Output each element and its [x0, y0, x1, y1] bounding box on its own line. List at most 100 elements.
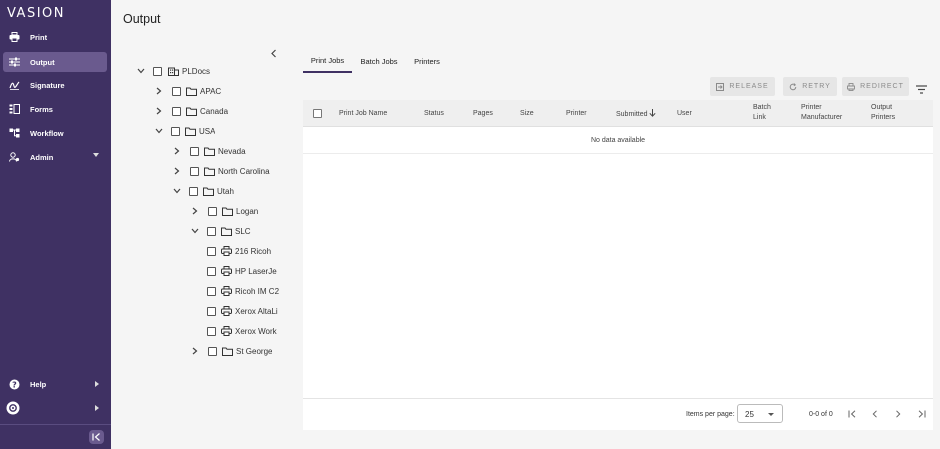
tree-checkbox[interactable]	[171, 126, 180, 136]
collapse-left-icon	[92, 433, 100, 441]
tree-checkbox[interactable]	[207, 266, 216, 276]
grid-divider	[303, 153, 933, 154]
retry-label: RETRY	[802, 83, 831, 90]
redirect-button[interactable]: REDIRECT	[842, 77, 909, 96]
filter-button[interactable]	[916, 81, 927, 99]
sidebar-item-admin[interactable]: Admin	[3, 147, 107, 167]
redirect-icon	[847, 82, 856, 91]
collapse-tree-button[interactable]	[270, 45, 278, 63]
tab-batch-jobs[interactable]: Batch Jobs	[355, 50, 403, 73]
chevron-right-icon[interactable]	[155, 86, 163, 96]
forms-icon	[8, 103, 20, 115]
tree-node-label: St George	[236, 346, 273, 356]
chevron-right-icon[interactable]	[191, 206, 199, 216]
retry-button[interactable]: RETRY	[783, 77, 837, 96]
printer-icon	[221, 266, 232, 276]
column-submitted[interactable]: Submitted	[616, 109, 657, 120]
tree-checkbox[interactable]	[207, 246, 216, 256]
column-printer[interactable]: Printer	[566, 109, 587, 119]
last-page-icon	[918, 410, 925, 418]
tree-node-slc[interactable]: SLC	[191, 224, 251, 238]
tree-node-printer[interactable]: HP LaserJe	[207, 264, 279, 278]
tree-checkbox[interactable]	[190, 146, 199, 156]
sidebar-item-label: Forms	[30, 104, 53, 114]
tree-node-printer[interactable]: 216 Ricoh	[207, 244, 279, 258]
tree-node-nevada[interactable]: Nevada	[173, 144, 246, 158]
vasion-logo: VASION	[7, 6, 65, 21]
column-label-line1: Batch	[753, 104, 771, 111]
chevron-right-icon[interactable]	[191, 346, 199, 356]
tree-node-printer[interactable]: Ricoh IM C2	[207, 284, 279, 298]
tab-bar: Print Jobs Batch Jobs Printers	[303, 50, 933, 74]
sidebar-item-print[interactable]: Print	[3, 27, 107, 47]
tree-checkbox[interactable]	[207, 326, 216, 336]
chevron-down-icon[interactable]	[173, 186, 181, 196]
tree-node-label: Nevada	[218, 146, 246, 156]
first-page-button[interactable]	[846, 408, 858, 420]
tree-node-printer[interactable]: Xerox Work	[207, 324, 279, 338]
refresh-icon	[789, 82, 797, 90]
tab-print-jobs[interactable]: Print Jobs	[303, 50, 352, 73]
sidebar-item-help[interactable]: ? Help	[3, 374, 107, 394]
tree-checkbox[interactable]	[207, 226, 216, 236]
sidebar-item-signature[interactable]: Signature	[3, 75, 107, 95]
printer-icon	[221, 286, 232, 296]
chevron-down-icon[interactable]	[155, 126, 163, 136]
tree-checkbox[interactable]	[153, 66, 162, 76]
tree-node-usa[interactable]: USA	[155, 124, 215, 138]
printer-icon	[221, 326, 232, 336]
sidebar-item-user[interactable]	[3, 398, 107, 418]
tree-node-label: SLC	[235, 226, 251, 236]
tree-node-st-george[interactable]: St George	[191, 344, 272, 358]
column-size[interactable]: Size	[520, 109, 534, 119]
tree-checkbox[interactable]	[172, 106, 181, 116]
column-status[interactable]: Status	[424, 109, 444, 119]
sidebar-item-label: Signature	[30, 80, 65, 90]
tree-node-utah[interactable]: Utah	[173, 184, 234, 198]
next-page-button[interactable]	[892, 408, 904, 420]
column-printer-manufacturer[interactable]: Printer Manufacturer	[801, 103, 842, 123]
sidebar-item-workflow[interactable]: Workflow	[3, 123, 107, 143]
signature-icon	[8, 79, 20, 91]
tree-node-apac[interactable]: APAC	[155, 84, 221, 98]
items-per-page-select[interactable]: 25	[737, 404, 783, 423]
select-all-checkbox[interactable]	[313, 109, 322, 118]
chevron-down-icon[interactable]	[191, 226, 199, 236]
column-label-line1: Printer	[801, 104, 822, 111]
sidebar-item-forms[interactable]: Forms	[3, 99, 107, 119]
tab-printers[interactable]: Printers	[409, 50, 445, 73]
last-page-button[interactable]	[915, 408, 927, 420]
tree-checkbox[interactable]	[189, 186, 198, 196]
chevron-right-icon[interactable]	[173, 146, 181, 156]
tree-checkbox[interactable]	[172, 86, 181, 96]
column-output-printers[interactable]: Output Printers	[871, 103, 895, 123]
sliders-icon	[8, 56, 20, 68]
tree-checkbox[interactable]	[208, 346, 217, 356]
tree-node-printer[interactable]: Xerox AltaLi	[207, 304, 279, 318]
column-label-line1: Output	[871, 104, 893, 111]
tree-checkbox[interactable]	[207, 306, 216, 316]
release-button[interactable]: RELEASE	[710, 77, 775, 96]
items-per-page-label: Items per page:	[686, 411, 735, 418]
tree-node-canada[interactable]: Canada	[155, 104, 228, 118]
sidebar: VASION Print Output Signature Forms Work…	[0, 0, 111, 449]
printer-icon	[221, 306, 232, 316]
tree-checkbox[interactable]	[190, 166, 199, 176]
chevron-down-icon[interactable]	[137, 66, 145, 76]
folder-icon	[186, 87, 197, 96]
column-print-job-name[interactable]: Print Job Name	[339, 109, 387, 119]
tree-checkbox[interactable]	[208, 206, 217, 216]
tree-node-logan[interactable]: Logan	[191, 204, 258, 218]
tree-checkbox[interactable]	[207, 286, 216, 296]
tree-node-label: APAC	[200, 86, 222, 96]
tree-node-north-carolina[interactable]: North Carolina	[173, 164, 270, 178]
chevron-right-icon[interactable]	[155, 106, 163, 116]
column-user[interactable]: User	[677, 109, 692, 119]
column-pages[interactable]: Pages	[473, 109, 493, 119]
collapse-sidebar-button[interactable]	[89, 430, 104, 444]
previous-page-button[interactable]	[869, 408, 881, 420]
sidebar-item-output[interactable]: Output	[3, 52, 107, 72]
chevron-right-icon[interactable]	[173, 166, 181, 176]
tree-node-pldocs[interactable]: PLDocs	[137, 64, 210, 78]
column-batch-link[interactable]: Batch Link	[753, 103, 771, 123]
